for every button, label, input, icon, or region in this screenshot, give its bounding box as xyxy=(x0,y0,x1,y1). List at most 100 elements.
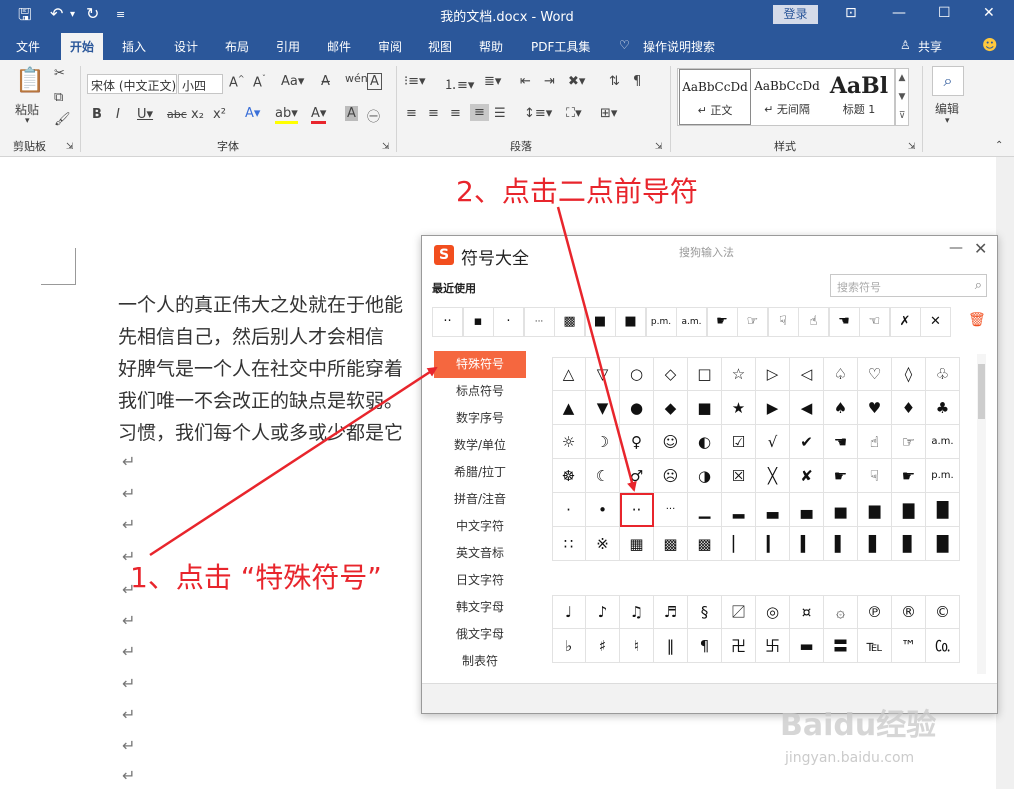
copy-icon[interactable]: ⧉ xyxy=(54,90,63,105)
symbol-cell[interactable]: ♧ xyxy=(926,357,960,391)
symbol-cell[interactable]: ▬ xyxy=(790,629,824,663)
symbol-cell[interactable]: ✘ xyxy=(790,459,824,493)
recent-symbol-cell[interactable]: ·· xyxy=(432,307,463,337)
symbol-cell[interactable]: ▄ xyxy=(790,493,824,527)
justify-icon[interactable]: ≡ xyxy=(470,104,489,121)
cut-icon[interactable]: ✂ xyxy=(54,66,65,81)
align-right-icon[interactable]: ≡ xyxy=(450,106,461,121)
symbol-cell[interactable]: ♠ xyxy=(824,391,858,425)
symbol-cell[interactable]: ☹ xyxy=(654,459,688,493)
align-center-icon[interactable]: ≡ xyxy=(428,106,439,121)
category-item[interactable]: 希腊/拉丁 xyxy=(434,459,526,486)
styles-scroll[interactable]: ▲ ▼ ⊽ xyxy=(895,68,909,126)
symbol-cell[interactable]: ▍ xyxy=(790,527,824,561)
phonetic-guide-icon[interactable]: wén xyxy=(345,72,368,85)
recent-symbol-cell[interactable]: ▪ xyxy=(462,307,494,337)
smiley-feedback-icon[interactable]: ☻ xyxy=(982,36,998,54)
underline-icon[interactable]: U▾ xyxy=(137,107,153,122)
maximize-icon[interactable]: ☐ xyxy=(938,5,951,21)
symbol-cell[interactable]: ◐ xyxy=(688,425,722,459)
strikethrough-icon[interactable]: abc xyxy=(167,108,187,121)
symbol-cell[interactable]: ∷ xyxy=(552,527,586,561)
symbol-cell[interactable]: △ xyxy=(552,357,586,391)
symbol-cell[interactable]: ··· xyxy=(654,493,688,527)
edit-dropdown-icon[interactable]: ▾ xyxy=(945,116,950,126)
category-item[interactable]: 数学/单位 xyxy=(434,432,526,459)
symbol-cell[interactable]: ▩ xyxy=(654,527,688,561)
recent-symbol-cell[interactable]: ■ xyxy=(584,307,616,337)
symbol-cell[interactable]: ◊ xyxy=(892,357,926,391)
symbol-cell[interactable]: ▶ xyxy=(756,391,790,425)
symbol-cell[interactable]: ♯ xyxy=(586,629,620,663)
tab-references[interactable]: 引用 xyxy=(276,38,300,55)
distributed-icon[interactable]: ☰ xyxy=(494,106,506,121)
symbol-cell[interactable]: ¶ xyxy=(688,629,722,663)
recent-symbol-cell[interactable]: p.m. xyxy=(645,307,677,337)
document-scrollbar[interactable] xyxy=(996,157,1014,789)
shading-icon[interactable]: ⛶▾ xyxy=(566,106,582,121)
symbol-cell[interactable]: 卍 xyxy=(722,629,756,663)
tab-file[interactable]: 文件 xyxy=(16,38,40,55)
recent-symbol-cell[interactable]: ··· xyxy=(523,307,555,337)
line-spacing-icon[interactable]: ↕≡▾ xyxy=(524,106,552,121)
dialog-minimize-icon[interactable]: — xyxy=(949,240,963,256)
symbol-cell[interactable]: ☚ xyxy=(824,425,858,459)
symbol-cell[interactable]: ♮ xyxy=(620,629,654,663)
symbol-cell[interactable]: ♫ xyxy=(620,595,654,629)
category-item[interactable]: 数字序号 xyxy=(434,405,526,432)
symbol-cell[interactable]: ╳ xyxy=(756,459,790,493)
category-item[interactable]: 英文音标 xyxy=(434,540,526,567)
char-shading-icon[interactable]: A xyxy=(345,106,358,121)
symbol-cell[interactable]: ♦ xyxy=(892,391,926,425)
recent-symbol-cell[interactable]: ■ xyxy=(615,307,646,337)
category-item[interactable]: 制表符 xyxy=(434,648,526,675)
symbol-cell[interactable]: ▂ xyxy=(722,493,756,527)
category-item[interactable]: 中文字符 xyxy=(434,513,526,540)
share-button[interactable]: 共享 xyxy=(918,38,942,55)
document-line[interactable]: 先相信自己，然后别人才会相信 xyxy=(118,322,384,349)
tab-help[interactable]: 帮助 xyxy=(479,38,503,55)
symbol-cell[interactable]: ۞ xyxy=(824,595,858,629)
document-line[interactable]: 好脾气是一个人在社交中所能穿着 xyxy=(118,354,403,381)
symbol-cell[interactable]: ♡ xyxy=(858,357,892,391)
symbol-cell[interactable]: ℗ xyxy=(858,595,892,629)
recent-symbol-cell[interactable]: ✗ xyxy=(889,307,921,337)
symbol-cell[interactable]: ☒ xyxy=(722,459,756,493)
symbol-cell[interactable]: ☽ xyxy=(586,425,620,459)
symbol-cell[interactable]: ※ xyxy=(586,527,620,561)
symbol-cell[interactable]: 〼 xyxy=(722,595,756,629)
format-painter-icon[interactable]: 🖌 xyxy=(54,112,71,127)
font-size-combo[interactable]: 小四 xyxy=(178,74,223,94)
login-button[interactable]: 登录 xyxy=(773,5,818,24)
symbol-cell[interactable]: █ xyxy=(926,527,960,561)
shrink-font-icon[interactable]: Aˇ xyxy=(253,74,266,90)
symbol-cell[interactable]: ▦ xyxy=(620,527,654,561)
symbol-cell[interactable]: ▽ xyxy=(586,357,620,391)
tab-insert[interactable]: 插入 xyxy=(122,38,146,55)
minimize-icon[interactable]: — xyxy=(892,5,906,21)
styles-launcher-icon[interactable]: ⇲ xyxy=(908,142,916,152)
tab-mailings[interactable]: 邮件 xyxy=(327,38,351,55)
superscript-icon[interactable]: x² xyxy=(213,107,226,122)
recent-symbol-cell[interactable]: ☟ xyxy=(767,307,799,337)
tell-me-search[interactable]: 操作说明搜索 xyxy=(643,38,715,55)
recent-symbol-cell[interactable]: ✕ xyxy=(920,307,951,337)
symbol-cell[interactable]: ☛ xyxy=(824,459,858,493)
recent-symbol-cell[interactable]: ☜ xyxy=(859,307,890,337)
symbol-cell[interactable]: ▲ xyxy=(552,391,586,425)
search-icon[interactable]: ⌕ xyxy=(975,278,982,293)
tab-review[interactable]: 审阅 xyxy=(378,38,402,55)
symbol-cell[interactable]: ◀ xyxy=(790,391,824,425)
symbol-cell[interactable]: ℡ xyxy=(858,629,892,663)
symbol-cell[interactable]: ◆ xyxy=(654,391,688,425)
symbol-cell[interactable]: █ xyxy=(926,493,960,527)
symbol-cell[interactable]: ‖ xyxy=(654,629,688,663)
symbol-cell[interactable]: ☑ xyxy=(722,425,756,459)
symbol-cell[interactable]: ● xyxy=(620,391,654,425)
change-case-icon[interactable]: Aa▾ xyxy=(281,74,304,89)
borders-icon[interactable]: ⊞▾ xyxy=(600,106,617,121)
recent-symbol-cell[interactable]: · xyxy=(493,307,524,337)
bold-icon[interactable]: B xyxy=(92,107,102,122)
collapse-ribbon-icon[interactable]: ⌃ xyxy=(995,140,1003,151)
paste-icon[interactable]: 📋 xyxy=(15,66,45,94)
